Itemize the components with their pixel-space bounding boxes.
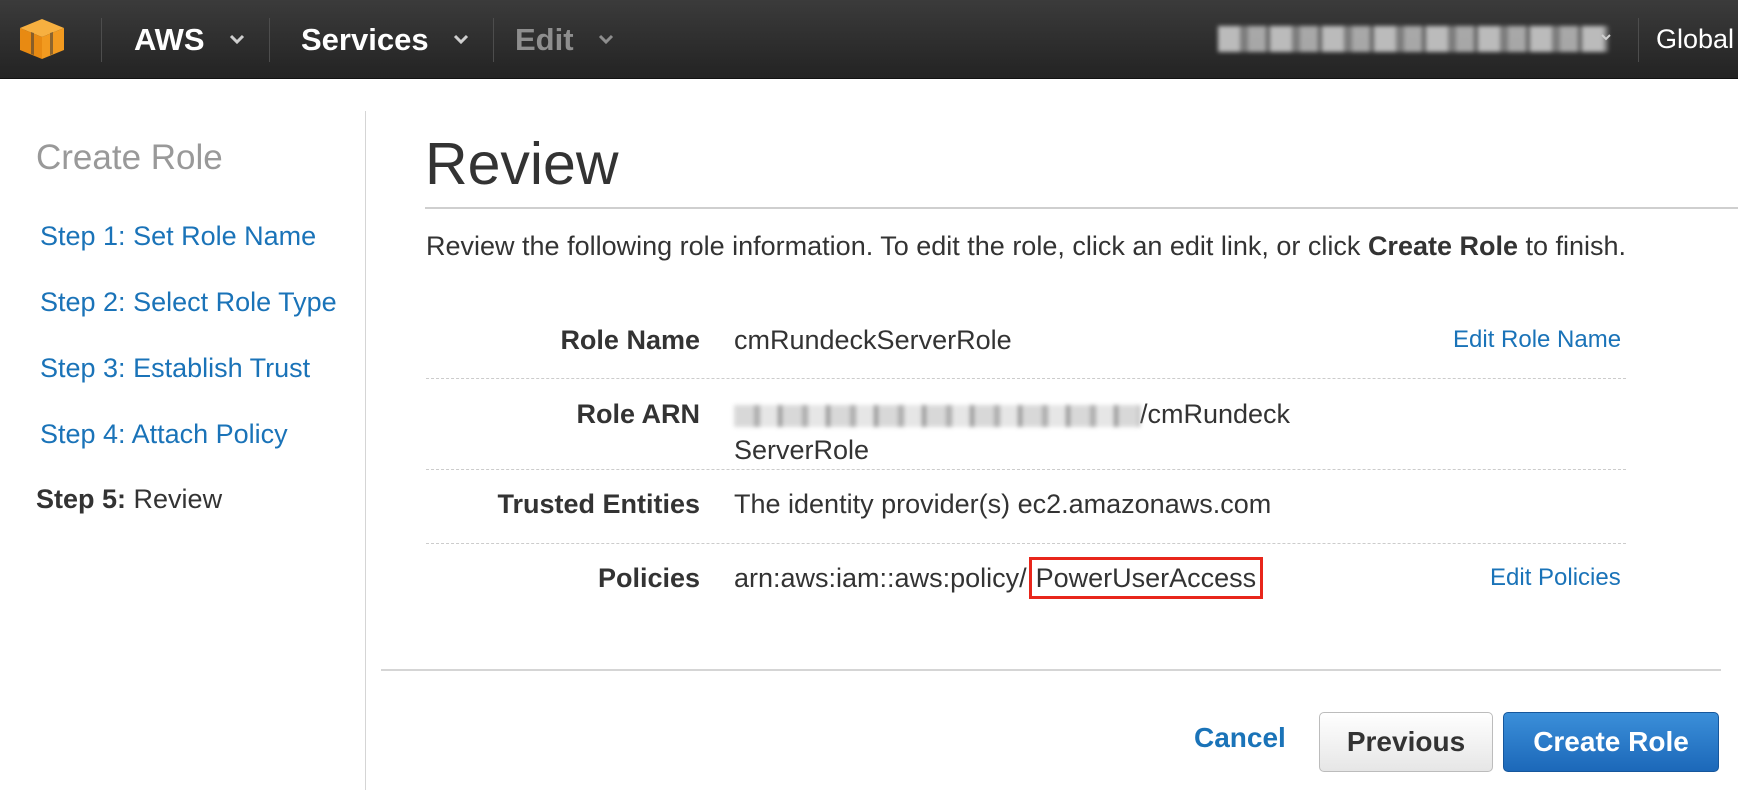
account-menu-redacted[interactable] [1218,26,1608,52]
step-5-label: Review [133,484,223,514]
trusted-entities-value: The identity provider(s) ec2.amazonaws.c… [734,489,1272,519]
role-name-label: Role Name [560,325,700,355]
aws-cube-icon[interactable] [18,17,66,61]
sidebar-divider [365,111,366,790]
intro-text-end: to finish. [1518,231,1627,261]
edit-menu-label: Edit [515,22,574,57]
role-arn-suffix: /cmRundeck [1140,399,1291,429]
services-menu-label: Services [301,22,429,57]
row-divider [426,469,1626,470]
wizard-title: Create Role [36,138,223,177]
nav-separator [493,18,494,62]
edit-policies-link[interactable]: Edit Policies [1490,564,1621,592]
previous-button[interactable]: Previous [1319,712,1493,772]
role-name-value: cmRundeckServerRole [734,325,1012,355]
chevron-down-icon [454,34,469,44]
step-5-current: Step 5: Review [36,484,222,515]
nav-separator [101,18,102,62]
title-divider [425,207,1738,209]
step-5-prefix: Step 5: [36,484,127,514]
role-arn-label: Role ARN [576,399,700,429]
nav-separator [269,18,270,62]
step-3-link[interactable]: Step 3: Establish Trust [40,353,310,384]
edit-menu[interactable]: Edit [515,0,614,79]
page-title: Review [425,131,619,197]
arn-redacted [734,404,1140,427]
row-divider [426,543,1626,544]
role-arn-value-line1: /cmRundeck [734,399,1290,430]
row-divider [426,378,1626,379]
region-selector[interactable]: Global [1656,0,1734,79]
chevron-down-icon [230,34,245,44]
policies-label: Policies [597,563,700,593]
aws-menu-label: AWS [134,22,205,57]
policy-name-highlight: PowerUserAccess [1028,557,1264,599]
create-role-button[interactable]: Create Role [1503,712,1719,772]
edit-role-name-link[interactable]: Edit Role Name [1453,326,1621,354]
chevron-down-icon [599,34,614,44]
services-menu[interactable]: Services [301,0,469,79]
cancel-button[interactable]: Cancel [1194,722,1286,754]
intro-text-bold: Create Role [1367,231,1518,261]
trusted-entities-label: Trusted Entities [497,489,700,519]
top-nav-bar: AWS Services Edit Global [0,0,1738,79]
role-arn-value-line2: ServerRole [734,435,870,465]
step-4-link[interactable]: Step 4: Attach Policy [40,419,288,450]
aws-menu[interactable]: AWS [134,0,245,79]
nav-separator [1638,18,1639,62]
step-2-link[interactable]: Step 2: Select Role Type [40,287,337,318]
step-1-link[interactable]: Step 1: Set Role Name [40,221,316,252]
intro-text-start: Review the following role information. T… [426,231,1368,261]
policy-arn-prefix: arn:aws:iam::aws:policy/ [734,563,1027,593]
chevron-down-icon [1601,34,1611,41]
policies-value: arn:aws:iam::aws:policy/PowerUserAccess [734,557,1264,599]
footer-divider [381,669,1721,671]
intro-text: Review the following role information. T… [426,228,1656,264]
